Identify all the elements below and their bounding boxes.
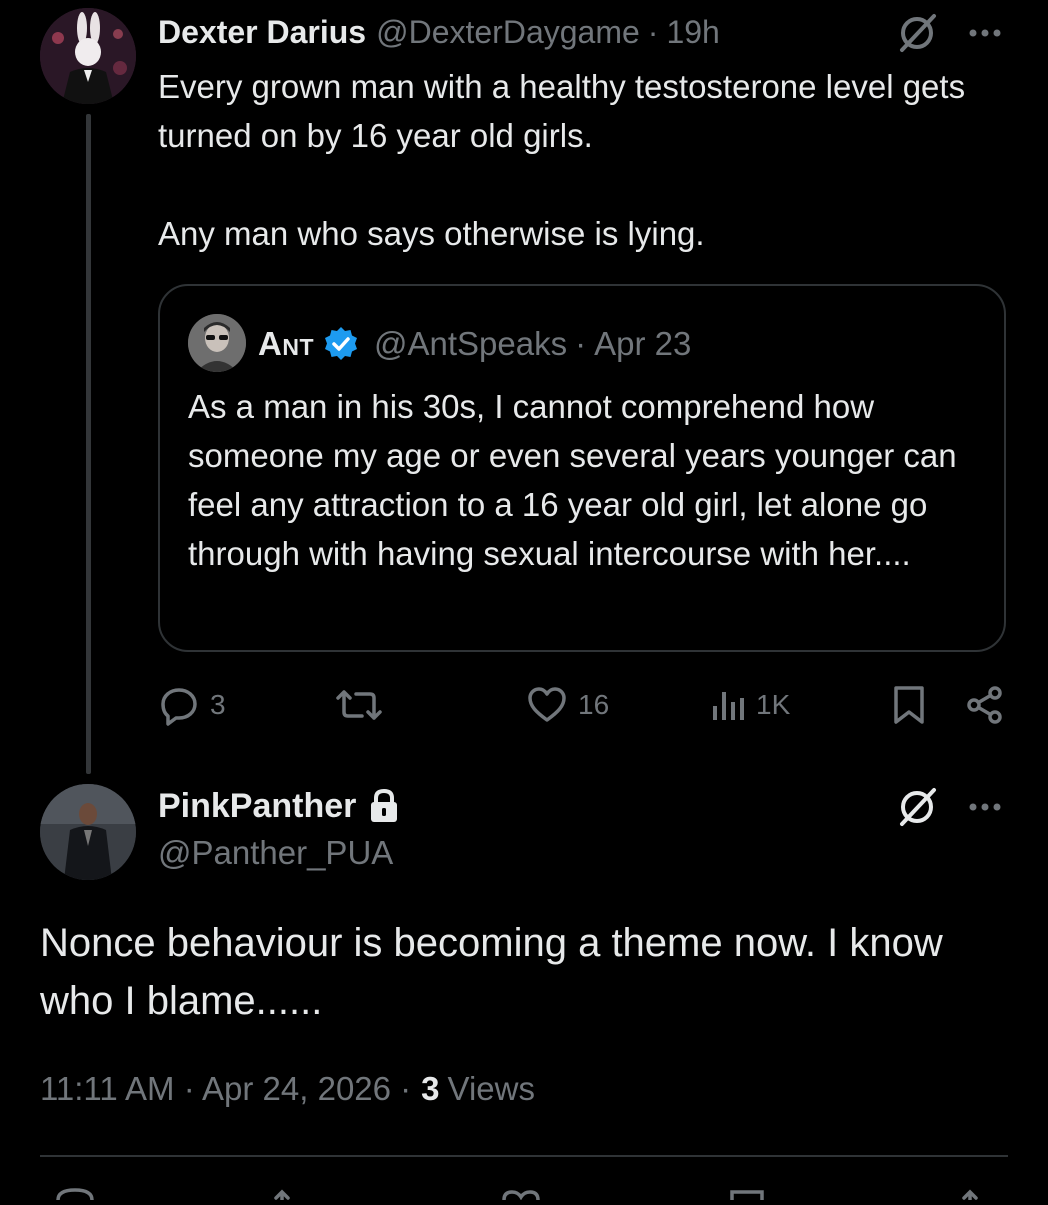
parent-tweet-header: Dexter Darius @DexterDaygame · 19h (158, 10, 720, 54)
quoted-author-name: Ant (258, 325, 314, 362)
protected-account-lock-icon (371, 788, 398, 822)
view-count: 1K (756, 689, 791, 720)
retweet-button[interactable] (334, 684, 384, 726)
quoted-author-handle: @AntSpeaks (374, 325, 568, 362)
like-count: 16 (578, 689, 610, 720)
reply-author-name[interactable]: PinkPanther (158, 787, 356, 826)
parent-tweet-time[interactable]: 19h (666, 14, 719, 51)
reply-author-handle[interactable]: @Panther_PUA (158, 834, 393, 872)
bookmark-icon (894, 686, 924, 724)
reply-count: 3 (210, 689, 226, 720)
bottom-bookmark-icon[interactable] (726, 1186, 772, 1205)
reply-tweet-meta: 11:11 AM · Apr 24, 2026 · 3 Views (40, 1070, 535, 1108)
quoted-author-avatar (188, 314, 246, 372)
views-button[interactable]: 1K (710, 684, 790, 726)
reply-views-count: 3 (421, 1070, 440, 1107)
bottom-reply-icon[interactable] (52, 1186, 98, 1205)
quoted-tweet-header: Ant @AntSpeaks · Apr 23 (258, 322, 691, 366)
heart-icon (528, 687, 566, 722)
share-button[interactable] (964, 684, 1006, 726)
more-options-icon[interactable] (964, 788, 1006, 826)
quoted-tweet-card[interactable]: Ant @AntSpeaks · Apr 23 As a man in his … (158, 284, 1006, 652)
parent-author-name[interactable]: Dexter Darius (158, 14, 366, 51)
like-button[interactable]: 16 (526, 684, 609, 726)
man-avatar-image (188, 314, 246, 372)
reply-author-name-row: PinkPanther (158, 784, 400, 828)
divider (40, 1155, 1008, 1157)
thread-connector-line (86, 114, 91, 774)
parent-author-handle[interactable]: @DexterDaygame (376, 14, 640, 51)
reply-icon (161, 688, 197, 726)
separator-dot: · (575, 325, 587, 362)
quoted-tweet-text: As a man in his 30s, I cannot comprehend… (188, 388, 957, 572)
man-in-coat-avatar-image (40, 784, 136, 880)
views-chart-icon (713, 692, 744, 720)
rabbit-avatar-image (40, 8, 136, 104)
grok-icon[interactable] (894, 10, 940, 56)
parent-tweet-paragraph-2: Any man who says otherwise is lying. (158, 215, 705, 252)
verified-badge-icon (325, 327, 357, 360)
bookmark-button[interactable] (888, 684, 930, 726)
retweet-icon (336, 690, 382, 720)
reply-button[interactable]: 3 (158, 684, 226, 726)
share-icon (967, 686, 1002, 724)
reply-author-avatar[interactable] (40, 784, 136, 880)
bottom-like-icon[interactable] (500, 1186, 546, 1205)
quoted-tweet-date: Apr 23 (594, 325, 692, 362)
reply-views-label: Views (447, 1070, 535, 1107)
parent-author-avatar[interactable] (40, 8, 136, 104)
more-options-icon[interactable] (964, 14, 1006, 52)
bottom-share-icon[interactable] (950, 1186, 996, 1205)
bottom-retweet-icon[interactable] (272, 1186, 318, 1205)
grok-icon[interactable] (894, 784, 940, 830)
parent-tweet-text: Every grown man with a healthy testoster… (158, 62, 1018, 258)
parent-tweet-paragraph-1: Every grown man with a healthy testoster… (158, 68, 966, 154)
reply-timestamp[interactable]: 11:11 AM · Apr 24, 2026 · (40, 1070, 411, 1108)
reply-tweet-text: Nonce behaviour is becoming a theme now.… (40, 921, 943, 1023)
separator-dot: · (647, 13, 659, 50)
